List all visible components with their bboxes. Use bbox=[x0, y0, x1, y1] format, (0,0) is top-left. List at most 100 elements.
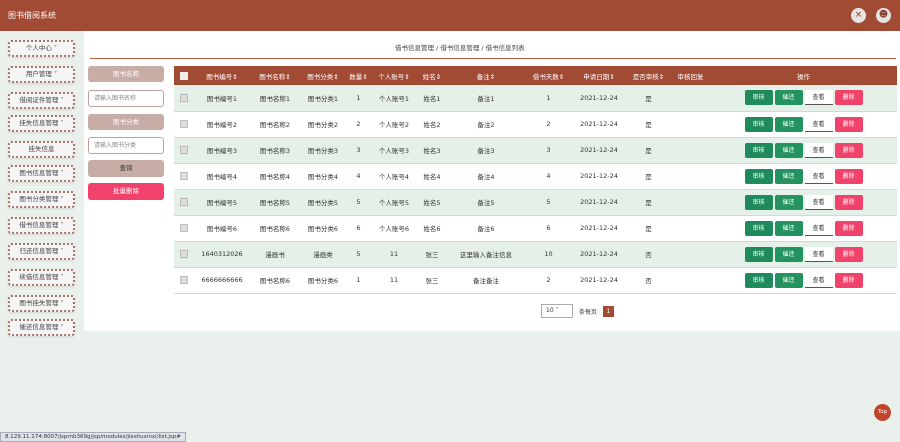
query-button[interactable]: 查询 bbox=[88, 160, 164, 177]
return-reminder-button[interactable]: 催还 bbox=[774, 116, 803, 132]
table-cell: 1640312026 bbox=[194, 241, 250, 268]
batch-delete-button[interactable]: 批量删除 bbox=[88, 183, 164, 200]
table-row: 1640312026 漫画书 漫画类 5 11 张三 这里输入备注信息 10 2021-12-2… bbox=[174, 241, 897, 268]
column-header[interactable]: 图书分类⇕ bbox=[300, 66, 346, 85]
row-checkbox[interactable] bbox=[180, 146, 188, 154]
audit-button[interactable]: 审核 bbox=[744, 168, 773, 184]
audit-button[interactable]: 审核 bbox=[744, 220, 773, 236]
audit-button[interactable]: 审核 bbox=[744, 90, 773, 106]
delete-button[interactable]: 删除 bbox=[834, 272, 863, 288]
book-name-input[interactable]: 请输入图书名称 bbox=[88, 90, 164, 107]
table-cell: 2021-12-24 bbox=[572, 189, 626, 216]
row-checkbox[interactable] bbox=[180, 198, 188, 206]
table-cell bbox=[671, 241, 710, 268]
view-button[interactable]: 查看 bbox=[804, 90, 833, 106]
row-checkbox[interactable] bbox=[180, 93, 188, 102]
delete-button[interactable]: 删除 bbox=[834, 246, 863, 262]
table-row: 图书编号6 图书名称6 图书分类6 6 个人账号6 姓名6 备注6 6 2021-12-24 是审… bbox=[174, 215, 897, 242]
table-cell: 个人账号5 bbox=[371, 189, 417, 216]
table-cell: 备注2 bbox=[447, 111, 525, 138]
row-actions: 审核 催还 查看 删除 bbox=[710, 85, 897, 112]
column-header[interactable]: 姓名⇕ bbox=[417, 66, 447, 85]
column-header[interactable]: 是否审核⇕ bbox=[626, 66, 671, 85]
column-header[interactable]: 图书名称⇕ bbox=[250, 66, 300, 85]
table-cell: 是 bbox=[626, 137, 671, 164]
row-checkbox[interactable] bbox=[180, 224, 188, 232]
delete-button[interactable]: 删除 bbox=[834, 116, 863, 132]
return-reminder-button[interactable]: 催还 bbox=[774, 220, 803, 236]
sidebar-item-borrow-info-management[interactable]: 借书信息管理 ˅ bbox=[8, 217, 75, 234]
view-button[interactable]: 查看 bbox=[804, 272, 833, 288]
close-icon[interactable]: × bbox=[851, 8, 866, 23]
column-header[interactable]: 数量⇕ bbox=[346, 66, 371, 85]
book-category-label: 图书分类 bbox=[88, 114, 164, 130]
row-checkbox[interactable] bbox=[180, 276, 188, 284]
audit-button[interactable]: 审核 bbox=[744, 142, 773, 158]
sidebar-item-loss-report-info[interactable]: 挂失信息 bbox=[8, 141, 75, 158]
table-cell bbox=[671, 189, 710, 216]
table-cell: 2021-12-24 bbox=[572, 267, 626, 294]
back-to-top-button[interactable]: Top bbox=[874, 404, 891, 421]
delete-button[interactable]: 删除 bbox=[834, 194, 863, 210]
sidebar-item-personal-center[interactable]: 个人中心 ˅ bbox=[8, 40, 75, 57]
row-checkbox[interactable] bbox=[180, 172, 188, 180]
table-cell: 备注4 bbox=[447, 163, 525, 190]
row-checkbox[interactable] bbox=[180, 120, 188, 128]
select-all-checkbox[interactable] bbox=[180, 71, 188, 80]
delete-button[interactable]: 删除 bbox=[834, 168, 863, 184]
row-actions: 审核 催还 查看 删除 bbox=[710, 241, 897, 268]
column-header[interactable]: 图书编号⇕ bbox=[194, 66, 250, 85]
column-header[interactable]: 借书天数⇕ bbox=[525, 66, 572, 85]
delete-button[interactable]: 删除 bbox=[834, 90, 863, 106]
select-all-header[interactable] bbox=[174, 66, 194, 85]
view-button[interactable]: 查看 bbox=[804, 142, 833, 158]
sidebar-item-reminder-info-management[interactable]: 催还信息管理 ˅ bbox=[8, 319, 75, 336]
table-cell: 是 bbox=[626, 163, 671, 190]
view-button[interactable]: 查看 bbox=[804, 220, 833, 236]
return-reminder-button[interactable]: 催还 bbox=[774, 90, 803, 106]
table-cell: 11 bbox=[371, 241, 417, 268]
column-header[interactable]: 备注⇕ bbox=[447, 66, 525, 85]
view-button[interactable]: 查看 bbox=[804, 246, 833, 262]
row-select-cell bbox=[174, 163, 194, 190]
sidebar-item-loss-report-management[interactable]: 挂失信息管理 ˅ bbox=[8, 115, 75, 132]
audit-button[interactable]: 审核 bbox=[744, 272, 773, 288]
breadcrumb-divider bbox=[90, 58, 896, 59]
sidebar-item-borrow-card-management[interactable]: 借阅证件管理 ˅ bbox=[8, 92, 75, 109]
row-select-cell bbox=[174, 111, 194, 138]
return-reminder-button[interactable]: 催还 bbox=[774, 168, 803, 184]
view-button[interactable]: 查看 bbox=[804, 116, 833, 132]
audit-button[interactable]: 审核 bbox=[744, 246, 773, 262]
return-reminder-button[interactable]: 催还 bbox=[774, 194, 803, 210]
return-reminder-button[interactable]: 催还 bbox=[774, 142, 803, 158]
user-icon[interactable]: ☻ bbox=[876, 8, 891, 23]
audit-button[interactable]: 审核 bbox=[744, 194, 773, 210]
sidebar-item-book-category-management[interactable]: 图书分类管理 ˅ bbox=[8, 191, 75, 208]
page-size-select[interactable]: 10 ˅ bbox=[541, 304, 573, 318]
sidebar-item-book-info-management[interactable]: 图书信息管理 ˅ bbox=[8, 165, 75, 182]
delete-button[interactable]: 删除 bbox=[834, 220, 863, 236]
page-number-current[interactable]: 1 bbox=[602, 305, 614, 317]
sidebar-item-renew-info-management[interactable]: 续借信息管理 ˅ bbox=[8, 269, 75, 286]
view-button[interactable]: 查看 bbox=[804, 168, 833, 184]
table-cell: 3 bbox=[525, 137, 572, 164]
table-cell: 图书编号6 bbox=[194, 215, 250, 242]
row-select-cell bbox=[174, 241, 194, 268]
view-button[interactable]: 查看 bbox=[804, 194, 833, 210]
row-actions: 审核 催还 查看 删除 bbox=[710, 215, 897, 242]
table-row: 图书编号3 图书名称3 图书分类3 3 个人账号3 姓名3 备注3 3 2021-12-24 是审… bbox=[174, 137, 897, 164]
return-reminder-button[interactable]: 催还 bbox=[774, 272, 803, 288]
column-header[interactable]: 申请日期⇕ bbox=[572, 66, 626, 85]
return-reminder-button[interactable]: 催还 bbox=[774, 246, 803, 262]
delete-button[interactable]: 删除 bbox=[834, 142, 863, 158]
sidebar-item-book-loss-management[interactable]: 图书挂失管理 ˅ bbox=[8, 295, 75, 312]
sidebar-item-user-management[interactable]: 用户管理 ˅ bbox=[8, 66, 75, 83]
row-checkbox[interactable] bbox=[180, 250, 188, 258]
table-cell: 图书分类6 bbox=[300, 267, 346, 294]
column-header[interactable]: 个人账号⇕ bbox=[371, 66, 417, 85]
table-cell: 图书名称1 bbox=[250, 85, 300, 112]
audit-button[interactable]: 审核 bbox=[744, 116, 773, 132]
book-category-input[interactable]: 请输入图书分类 bbox=[88, 137, 164, 154]
table-cell: 姓名1 bbox=[417, 85, 447, 112]
sidebar-item-return-info-management[interactable]: 归还信息管理 ˅ bbox=[8, 243, 75, 260]
